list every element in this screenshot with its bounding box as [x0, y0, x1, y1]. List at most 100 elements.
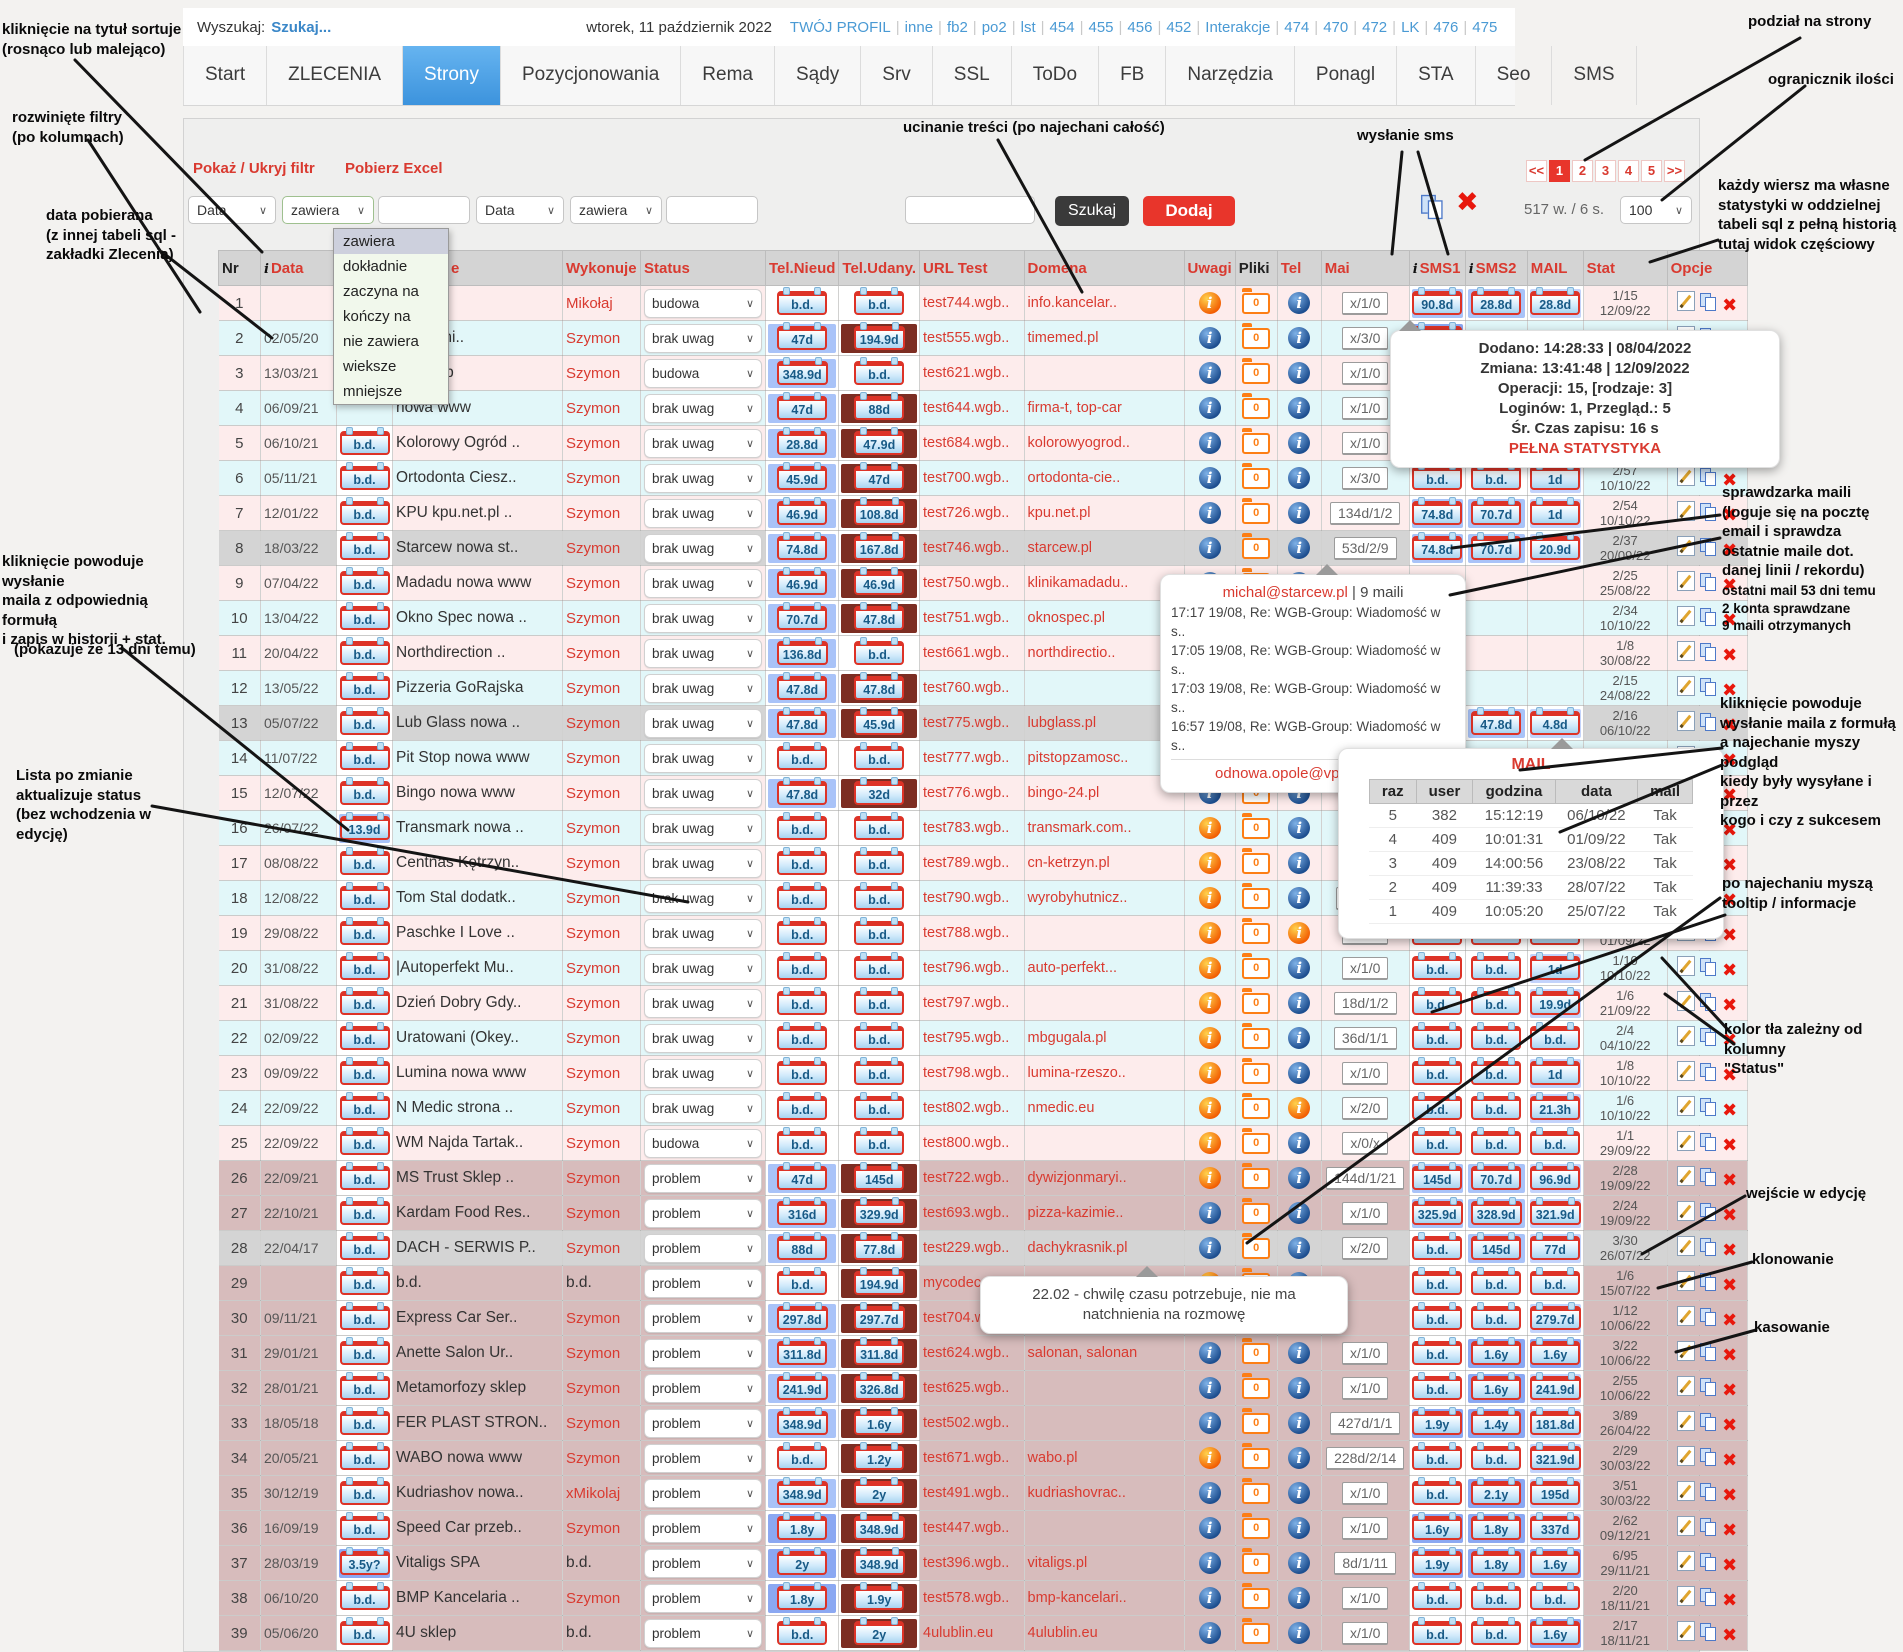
calendar-chip[interactable]: 328.9d [1471, 1201, 1522, 1226]
calendar-chip[interactable]: 329.9d [854, 1201, 905, 1226]
cell-date[interactable]: 06/09/21 [261, 391, 337, 426]
calendar-chip[interactable]: b.d. [340, 1446, 390, 1471]
cell-tel-success[interactable]: b.d. [839, 951, 920, 986]
delete-icon[interactable]: ✖ [1722, 927, 1737, 945]
calendar-chip[interactable]: 311.8d [777, 1341, 827, 1366]
mail-send-button[interactable]: x/1/0 [1342, 957, 1388, 980]
cell-mail[interactable]: 195d [1527, 1476, 1583, 1511]
cell-mail[interactable] [1527, 636, 1583, 671]
cell-stats[interactable]: 1/1512/09/22 [1583, 286, 1667, 321]
calendar-chip[interactable]: 1.6y [1412, 1516, 1462, 1541]
cell-tel-success[interactable]: 194.9d [839, 321, 920, 356]
calendar-chip[interactable]: b.d. [340, 711, 390, 736]
cell-sms1[interactable]: b.d. [1409, 1056, 1465, 1091]
cell-tel-failed[interactable]: 316d [766, 1196, 839, 1231]
calendar-chip[interactable]: b.d. [777, 1131, 827, 1156]
calendar-chip[interactable]: 1d [1530, 956, 1580, 981]
calendar-chip[interactable]: b.d. [777, 291, 827, 316]
cell-name[interactable]: Lub Glass nowa .. [393, 706, 563, 741]
column-header-wykonuje[interactable]: Wykonuje [563, 251, 641, 286]
calendar-chip[interactable]: 108.8d [854, 501, 905, 526]
topbar-link[interactable]: 472 [1362, 19, 1387, 36]
cell-sms2[interactable]: b.d. [1465, 1126, 1527, 1161]
clone-icon[interactable] [1700, 608, 1717, 626]
cell-last-mail[interactable]: b.d. [337, 671, 393, 706]
cell-tel-failed[interactable]: b.d. [766, 916, 839, 951]
calendar-chip[interactable]: b.d. [854, 921, 904, 946]
calendar-chip[interactable]: 13.9d [340, 816, 390, 841]
files-folder-icon[interactable]: 0 [1242, 818, 1270, 839]
files-folder-icon[interactable]: 0 [1242, 958, 1270, 979]
calendar-chip[interactable]: 348.9d [777, 1411, 828, 1436]
cell-stats[interactable]: 1/810/10/22 [1583, 1056, 1667, 1091]
status-select[interactable]: problem∨ [644, 1409, 762, 1438]
cell-last-mail[interactable]: b.d. [337, 1581, 393, 1616]
calendar-chip[interactable]: b.d. [854, 956, 904, 981]
calendar-chip[interactable]: 3.5y? [340, 1551, 390, 1576]
quick-search-input[interactable] [905, 196, 1035, 224]
cell-sms1[interactable]: b.d. [1409, 1336, 1465, 1371]
calendar-chip[interactable]: 1.6y [1530, 1551, 1580, 1576]
files-folder-icon[interactable]: 0 [1242, 1203, 1270, 1224]
cell-tel-success[interactable]: 1.9y [839, 1581, 920, 1616]
cell-domain[interactable]: kpu.net.pl [1024, 496, 1184, 531]
status-select[interactable]: problem∨ [644, 1619, 762, 1648]
calendar-chip[interactable]: b.d. [340, 956, 390, 981]
calendar-chip[interactable]: 1.9y [1412, 1411, 1462, 1436]
cell-domain[interactable]: bmp-kancelari.. [1024, 1581, 1184, 1616]
tab-todo[interactable]: ToDo [1012, 46, 1099, 105]
calendar-chip[interactable]: 311.8d [854, 1341, 904, 1366]
cell-tel-success[interactable]: b.d. [839, 811, 920, 846]
cell-date[interactable]: 12/07/22 [261, 776, 337, 811]
calendar-chip[interactable]: 1.6y [1530, 1621, 1580, 1646]
delete-icon[interactable]: ✖ [1722, 1592, 1737, 1610]
cell-tel-success[interactable]: 47.8d [839, 601, 920, 636]
clone-icon[interactable] [1700, 1203, 1717, 1221]
cell-tel-success[interactable]: 311.8d [839, 1336, 920, 1371]
cell-date[interactable]: 18/05/18 [261, 1406, 337, 1441]
clone-icon[interactable] [1700, 573, 1717, 591]
topbar-link[interactable]: lst [1021, 19, 1036, 36]
clone-icon[interactable] [1700, 1028, 1717, 1046]
tab-sta[interactable]: STA [1397, 46, 1476, 105]
clone-icon[interactable] [1700, 503, 1717, 521]
cell-url-test[interactable]: test800.wgb.. [920, 1126, 1025, 1161]
column-header-status[interactable]: Status [641, 251, 766, 286]
cell-stats[interactable]: 3/8926/04/22 [1583, 1406, 1667, 1441]
calendar-chip[interactable]: 47.8d [777, 711, 827, 736]
edit-icon[interactable] [1677, 1411, 1695, 1431]
calendar-chip[interactable]: b.d. [777, 816, 827, 841]
edit-icon[interactable] [1677, 1166, 1695, 1186]
calendar-chip[interactable]: b.d. [777, 851, 827, 876]
topbar-link[interactable]: fb2 [947, 19, 968, 36]
calendar-chip[interactable]: b.d. [1471, 1271, 1521, 1296]
calendar-chip[interactable]: 297.8d [777, 1306, 828, 1331]
cell-sms1[interactable]: 145d [1409, 1161, 1465, 1196]
status-select[interactable]: brak uwag∨ [644, 534, 762, 563]
cell-tel-success[interactable]: 1.6y [839, 1406, 920, 1441]
cell-sms1[interactable]: b.d. [1409, 951, 1465, 986]
add-button[interactable]: Dodaj [1143, 196, 1235, 226]
cell-tel-success[interactable]: b.d. [839, 1056, 920, 1091]
calendar-chip[interactable]: 21.3h [1530, 1096, 1580, 1121]
cell-tel-success[interactable]: b.d. [839, 881, 920, 916]
calendar-chip[interactable]: 1.6y [1471, 1376, 1521, 1401]
cell-name[interactable]: MS Trust Sklep .. [393, 1161, 563, 1196]
cell-domain[interactable]: info.kancelar.. [1024, 286, 1184, 321]
files-folder-icon[interactable]: 0 [1242, 853, 1270, 874]
notes-info-icon[interactable]: i [1199, 1202, 1221, 1224]
column-header-sms1[interactable]: iSMS1 [1409, 251, 1465, 286]
cell-name[interactable]: Bingo nowa www [393, 776, 563, 811]
clone-icon[interactable] [1700, 713, 1717, 731]
calendar-chip[interactable]: b.d. [340, 746, 390, 771]
files-folder-icon[interactable]: 0 [1242, 993, 1270, 1014]
cell-mail[interactable]: 1.6y [1527, 1616, 1583, 1651]
cell-name[interactable]: Speed Car przeb.. [393, 1511, 563, 1546]
cell-url-test[interactable]: test726.wgb.. [920, 496, 1025, 531]
status-select[interactable]: brak uwag∨ [644, 394, 762, 423]
files-folder-icon[interactable]: 0 [1242, 1063, 1270, 1084]
cell-stats[interactable]: 3/2210/06/22 [1583, 1336, 1667, 1371]
notes-info-icon[interactable]: i [1199, 1517, 1221, 1539]
cell-mail[interactable]: 1.6y [1527, 1546, 1583, 1581]
page-button[interactable]: 1 [1549, 160, 1570, 182]
